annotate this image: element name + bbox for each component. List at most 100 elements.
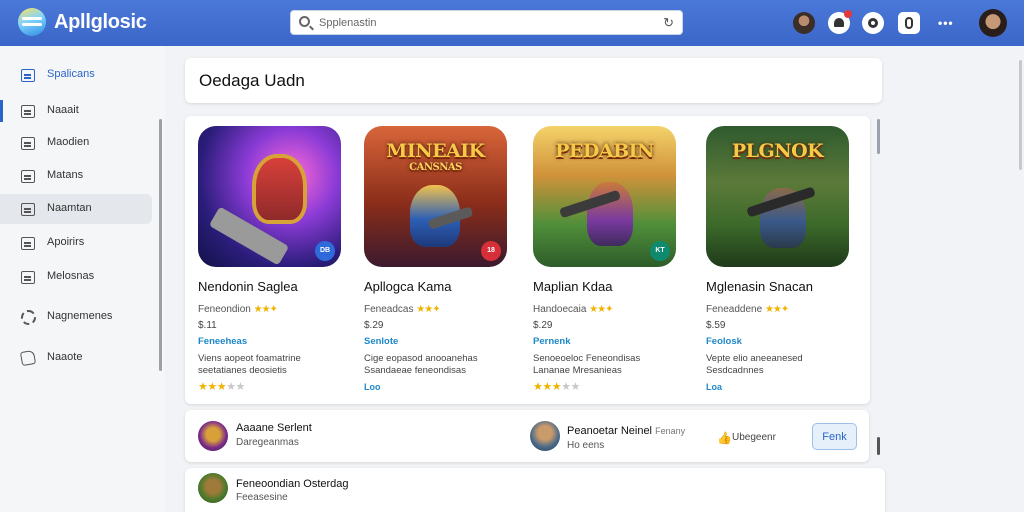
thumb-title: PEDABIN bbox=[555, 140, 654, 162]
row-subtitle: Feeasesine bbox=[236, 492, 288, 503]
row-title[interactable]: Aaaane Serlent bbox=[236, 422, 312, 434]
app-price: $.11 bbox=[198, 320, 217, 331]
sidebar-item-label: Melosnas bbox=[47, 270, 95, 282]
list-scrollbar[interactable] bbox=[877, 437, 880, 455]
sidebar-item-melosnas[interactable]: Melosnas bbox=[0, 262, 152, 292]
app-rating: ★★★★★ bbox=[533, 381, 580, 393]
search-box[interactable]: ↻ bbox=[290, 10, 683, 35]
app-thumbnail[interactable]: PLGNOK bbox=[706, 126, 849, 267]
app-name[interactable]: Mglenasin Snacan bbox=[706, 279, 813, 294]
app-description: Viens aopeot foamatrine seetatianes deos… bbox=[198, 353, 301, 376]
sidebar-item-label: Naaote bbox=[47, 351, 83, 363]
apps-icon bbox=[21, 69, 35, 82]
row-title[interactable]: Feneoondian Osterdag bbox=[236, 478, 349, 490]
app-thumbnail[interactable]: MINEAIK CANSNAS 18 bbox=[364, 126, 507, 267]
app-thumbnail[interactable]: PEDABIN KT bbox=[533, 126, 676, 267]
sidebar-item-naaote[interactable]: Naaote bbox=[0, 343, 152, 373]
app-more-link[interactable]: Loa bbox=[706, 382, 722, 392]
app-card[interactable]: MINEAIK CANSNAS 18 Apllogca Kama Feneadca… bbox=[364, 126, 514, 392]
app-category[interactable]: Senlote bbox=[364, 336, 398, 347]
row-title[interactable]: Peanoetar Neinel Fenany bbox=[567, 425, 685, 437]
user-avatar[interactable] bbox=[793, 12, 815, 34]
app-category[interactable]: Pernenk bbox=[533, 336, 571, 347]
like-count: Ubegeenr bbox=[732, 432, 776, 443]
thumb-title: MINEAIK bbox=[386, 140, 485, 162]
sidebar-item-label: Naamtan bbox=[47, 202, 92, 214]
app-thumbnail[interactable]: DB bbox=[198, 126, 341, 267]
more-icon[interactable]: ••• bbox=[938, 16, 954, 30]
age-rating-badge: 18 bbox=[481, 241, 501, 261]
app-title[interactable]: Apllglosic bbox=[54, 11, 147, 34]
apps-scrollbar[interactable] bbox=[877, 119, 880, 154]
app-description: Vepte elio aneeanesed Sesdcadnnes bbox=[706, 353, 803, 376]
sidebar-item-matans[interactable]: Matans bbox=[0, 161, 152, 191]
app-more-link[interactable]: Loo bbox=[364, 382, 381, 392]
doc-icon bbox=[21, 203, 35, 216]
search-icon bbox=[299, 16, 310, 27]
app-avatar bbox=[198, 421, 228, 451]
row-action-button[interactable]: Fenk bbox=[812, 423, 857, 450]
star-rating-icon: ★★✦ bbox=[589, 304, 613, 315]
app-card[interactable]: PLGNOK Mglenasin Snacan Feneaddene ★★✦ $… bbox=[706, 126, 856, 392]
app-description: Senoeoeloc Feneondisas Lananae Mresaniea… bbox=[533, 353, 641, 376]
app-name[interactable]: Maplian Kdaa bbox=[533, 279, 613, 294]
doc-icon bbox=[21, 137, 35, 150]
sidebar-item-label: Nagnemenes bbox=[47, 310, 113, 322]
featured-apps-card: DB Nendonin Saglea Feneondion ★★✦ $.11 F… bbox=[185, 116, 870, 404]
sidebar-item-label: Apoirirs bbox=[47, 236, 85, 248]
list-item[interactable]: Feneoondian Osterdag Feeasesine bbox=[185, 468, 885, 512]
sidebar-item-label: Naaait bbox=[47, 104, 79, 116]
app-category[interactable]: Feneeheas bbox=[198, 336, 247, 347]
app-badge: DB bbox=[315, 241, 335, 261]
sidebar-item-spalicans[interactable]: Spalicans bbox=[0, 60, 152, 90]
sidebar-item-naamtan[interactable]: Naamtan bbox=[0, 194, 152, 224]
sidebar: Spalicans Naaait Maodien Matans Naamtan … bbox=[0, 46, 165, 512]
sidebar-item-maodien[interactable]: Maodien bbox=[0, 128, 152, 158]
search-input[interactable] bbox=[319, 14, 649, 32]
sidebar-item-naaait[interactable]: Naaait bbox=[0, 96, 152, 126]
app-developer: Feneondion ★★✦ bbox=[198, 304, 278, 315]
row-subtitle: Daregeanmas bbox=[236, 437, 299, 448]
thumb-subtitle: CANSNAS bbox=[409, 162, 462, 173]
app-badge: KT bbox=[650, 241, 670, 261]
refresh-icon[interactable]: ↻ bbox=[663, 15, 674, 31]
app-price: $.59 bbox=[706, 320, 726, 331]
page-scrollbar[interactable] bbox=[1019, 60, 1022, 170]
profile-avatar[interactable] bbox=[979, 9, 1007, 37]
app-avatar bbox=[198, 473, 228, 503]
circle-icon[interactable] bbox=[862, 12, 884, 34]
sidebar-item-nagnemenes[interactable]: Nagnemenes bbox=[0, 302, 152, 332]
user-avatar bbox=[530, 421, 560, 451]
top-bar: Apllglosic ↻ ••• bbox=[0, 0, 1024, 46]
app-card[interactable]: DB Nendonin Saglea Feneondion ★★✦ $.11 F… bbox=[198, 126, 348, 393]
like-icon[interactable]: 👍 bbox=[717, 431, 732, 445]
thumb-title: PLGNOK bbox=[731, 140, 824, 162]
app-category[interactable]: Feolosk bbox=[706, 336, 742, 347]
app-logo-icon[interactable] bbox=[18, 8, 46, 36]
star-rating-icon: ★★✦ bbox=[416, 304, 440, 315]
doc-icon bbox=[21, 237, 35, 250]
doc-icon bbox=[21, 271, 35, 284]
sidebar-item-apoirirs[interactable]: Apoirirs bbox=[0, 228, 152, 258]
bell-icon[interactable] bbox=[828, 10, 852, 34]
page-title-card: Oedaga Uadn bbox=[185, 58, 882, 103]
app-card[interactable]: PEDABIN KT Maplian Kdaa Handoecaia ★★✦ $… bbox=[533, 126, 683, 393]
home-icon bbox=[19, 349, 37, 367]
sidebar-scrollbar[interactable] bbox=[159, 119, 162, 371]
doc-icon bbox=[21, 105, 35, 118]
app-price: $.29 bbox=[533, 320, 553, 331]
sidebar-item-label: Spalicans bbox=[47, 68, 95, 80]
star-rating-icon: ★★✦ bbox=[764, 304, 789, 315]
app-name[interactable]: Apllogca Kama bbox=[364, 279, 451, 294]
page-title: Oedaga Uadn bbox=[199, 71, 305, 90]
sidebar-item-label: Matans bbox=[47, 169, 84, 181]
app-rating: ★★★★★ bbox=[198, 381, 245, 393]
doc-icon bbox=[21, 170, 35, 183]
gear-icon bbox=[21, 310, 36, 325]
row-subtitle: Ho eens bbox=[567, 440, 605, 451]
app-name[interactable]: Nendonin Saglea bbox=[198, 279, 298, 294]
app-description: Cige eopasod anooanehas Ssandaeae feneon… bbox=[364, 353, 478, 376]
star-rating-icon: ★★✦ bbox=[253, 304, 278, 315]
app-price: $.29 bbox=[364, 320, 384, 331]
lock-icon[interactable] bbox=[898, 12, 920, 34]
